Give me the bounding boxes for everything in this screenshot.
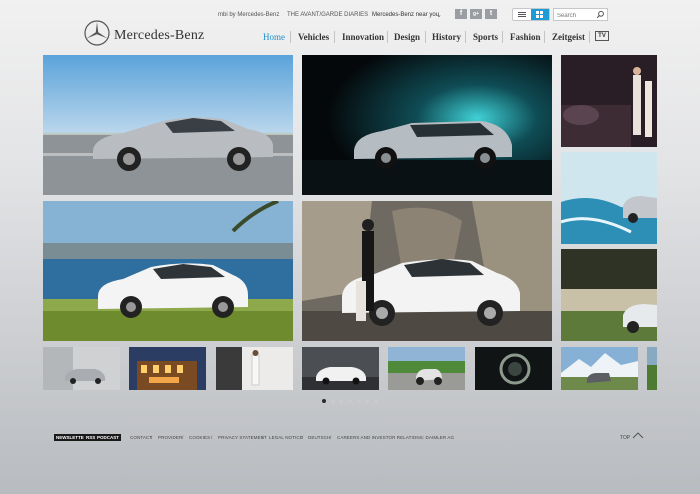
nav-separator: [387, 31, 388, 43]
chevron-up-icon[interactable]: [632, 431, 644, 439]
nav-separator: [334, 31, 335, 43]
chevron-down-icon: ⌄: [436, 12, 442, 19]
tile-fashion-editorial[interactable]: [302, 201, 552, 341]
tile-tunnel-ring[interactable]: [475, 347, 552, 390]
tile-night-building[interactable]: [129, 347, 206, 390]
footer-link-contact[interactable]: CONTACT: [130, 435, 152, 440]
footer-separator: /: [211, 435, 213, 440]
tile-vintage-racer[interactable]: [388, 347, 465, 390]
nav-separator: [465, 31, 466, 43]
tile-model-white[interactable]: [216, 347, 293, 390]
footer-separator: /: [151, 435, 153, 440]
nav-design[interactable]: Design: [394, 32, 420, 42]
nav-separator: [290, 31, 291, 43]
footer-link-privacy[interactable]: PRIVACY STATEMENT: [218, 435, 267, 440]
footer-separator: /: [182, 435, 184, 440]
footer-link-cookies[interactable]: COOKIES: [189, 435, 210, 440]
back-to-top-label[interactable]: TOP: [620, 435, 630, 441]
nav-separator: [544, 31, 545, 43]
tile-mountain-suv[interactable]: [561, 347, 638, 390]
tile-shooting-brake[interactable]: [302, 55, 552, 195]
page-dot-6[interactable]: [365, 399, 369, 403]
search-icon[interactable]: [596, 10, 605, 19]
top-link-mbi[interactable]: mbi by Mercedes-Benz: [218, 12, 279, 18]
page-dot-3[interactable]: [339, 399, 343, 403]
tile-sls-gullwing[interactable]: [302, 347, 379, 390]
page-dot-4[interactable]: [348, 399, 352, 403]
nav-fashion[interactable]: Fashion: [510, 32, 541, 42]
page-dot-5[interactable]: [357, 399, 361, 403]
facebook-icon[interactable]: f: [455, 9, 467, 19]
nav-separator: [502, 31, 503, 43]
tile-classic-roadster[interactable]: [561, 249, 657, 341]
google-plus-icon[interactable]: g+: [470, 9, 482, 19]
nav-sports[interactable]: Sports: [473, 32, 498, 42]
grid-view-icon[interactable]: [531, 9, 549, 20]
nav-history[interactable]: History: [432, 32, 461, 42]
nav-tv[interactable]: TV: [595, 31, 609, 41]
tile-partial-green[interactable]: [647, 347, 657, 390]
twitter-icon[interactable]: t: [485, 9, 497, 19]
podcast-badge[interactable]: PODCAST: [95, 434, 122, 441]
nav-separator: [589, 31, 590, 43]
footer-separator: /: [262, 435, 264, 440]
nav-vehicles[interactable]: Vehicles: [298, 32, 329, 42]
page-dot-2[interactable]: [331, 399, 335, 403]
tile-silver-coupe[interactable]: [43, 55, 293, 195]
footer-link-careers[interactable]: CAREERS AND INVESTOR RELATIONS: DAIMLER …: [337, 435, 454, 440]
tile-splash-car[interactable]: [561, 152, 657, 244]
mercedes-star-logo[interactable]: [84, 20, 110, 46]
list-view-icon[interactable]: [513, 9, 531, 20]
dealer-locator-link[interactable]: Mercedes-Benz near you: [372, 12, 439, 18]
tile-white-hatchback[interactable]: [43, 201, 293, 341]
footer-separator: /: [302, 435, 304, 440]
footer-link-provider[interactable]: PROVIDER: [158, 435, 182, 440]
nav-innovation[interactable]: Innovation: [342, 32, 384, 42]
top-link-avant-garde[interactable]: THE AVANT/GARDE DIARIES: [287, 12, 368, 18]
footer-link-deutsch[interactable]: DEUTSCH: [308, 435, 330, 440]
page-dot-1[interactable]: [322, 399, 326, 403]
footer-link-legal[interactable]: LEGAL NOTICE: [269, 435, 303, 440]
tile-fashion-runway[interactable]: [561, 55, 657, 147]
page-dot-7[interactable]: [374, 399, 378, 403]
nav-home[interactable]: Home: [263, 32, 285, 42]
brand-name: Mercedes-Benz: [114, 28, 205, 43]
nav-separator: [425, 31, 426, 43]
footer-separator: /: [330, 435, 332, 440]
nav-zeitgeist[interactable]: Zeitgeist: [552, 32, 585, 42]
tile-garage-estate[interactable]: [43, 347, 120, 390]
